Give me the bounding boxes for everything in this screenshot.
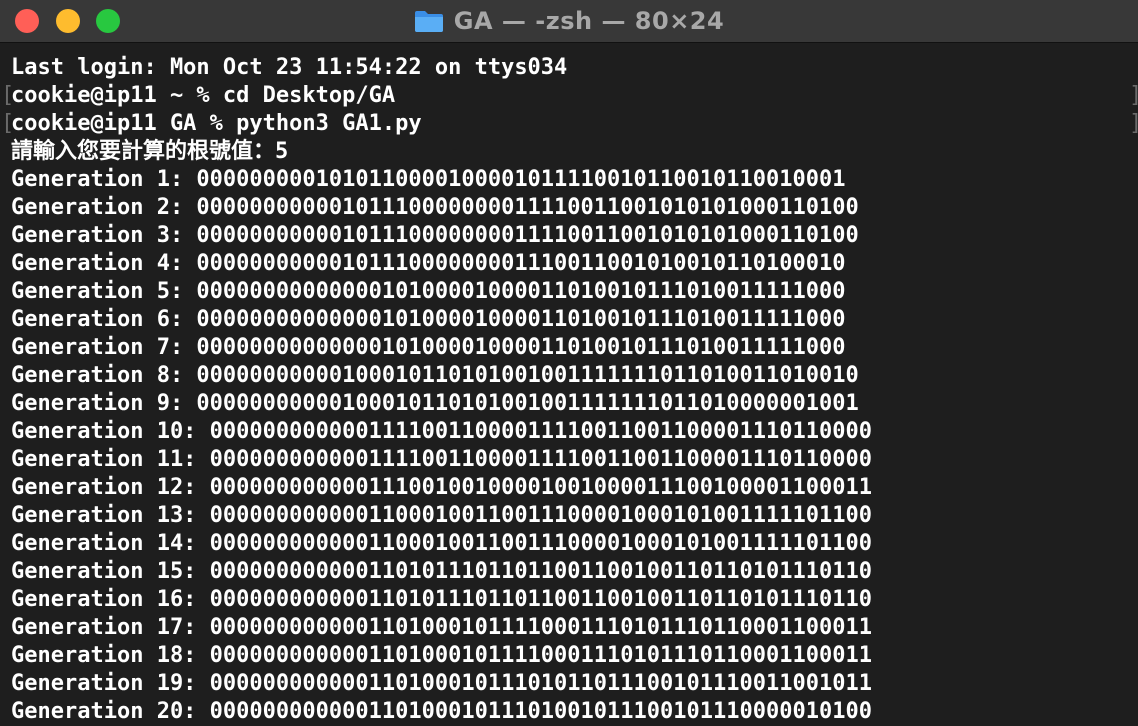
terminal-line: Generation 18: 0000000000001101000101111… [11, 643, 872, 668]
terminal-line: Generation 3: 00000000000101110000000011… [11, 223, 859, 248]
terminal-output[interactable]: [ ] [ ] Last login: Mon Oct 23 11:54:22 … [0, 43, 1138, 726]
terminal-line: Generation 8: 00000000000100010110101001… [11, 363, 859, 388]
terminal-line: Generation 9: 00000000000100010110101001… [11, 391, 859, 416]
terminal-line: Generation 10: 0000000000001111001100001… [11, 419, 872, 444]
terminal-line: cookie@ip11 GA % python3 GA1.py [11, 111, 422, 136]
terminal-line: Generation 17: 0000000000001101000101111… [11, 615, 872, 640]
terminal-line: Generation 6: 00000000000000101000010000… [11, 307, 846, 332]
terminal-line: Generation 1: 00000000010101100001000010… [11, 167, 846, 192]
terminal-line: cookie@ip11 ~ % cd Desktop/GA [11, 83, 396, 108]
window-title: GA — -zsh — 80×24 [453, 7, 725, 35]
mark-bracket-right: ] [1129, 82, 1138, 110]
title-bar[interactable]: GA — -zsh — 80×24 [0, 0, 1138, 43]
terminal-line: Generation 19: 0000000000001101000101110… [11, 671, 872, 696]
terminal-line: 請輸入您要計算的根號值：5 [11, 139, 289, 164]
mark-bracket-right: ] [1129, 110, 1138, 138]
terminal-line: Generation 20: 0000000000001101000101110… [11, 699, 872, 724]
terminal-line: Generation 14: 0000000000001100010011001… [11, 531, 872, 556]
terminal-window: GA — -zsh — 80×24 [ ] [ ] Last login: Mo… [0, 0, 1138, 726]
window-title-group: GA — -zsh — 80×24 [0, 0, 1138, 42]
terminal-line: Generation 4: 00000000000101110000000011… [11, 251, 846, 276]
terminal-line: Generation 12: 0000000000001110010010000… [11, 475, 872, 500]
terminal-line: Generation 2: 00000000000101110000000011… [11, 195, 859, 220]
terminal-line: Generation 11: 0000000000001111001100001… [11, 447, 872, 472]
terminal-line: Generation 16: 0000000000001101011101101… [11, 587, 872, 612]
folder-icon [414, 11, 443, 32]
terminal-line: Generation 13: 0000000000001100010011001… [11, 503, 872, 528]
terminal-line: Last login: Mon Oct 23 11:54:22 on ttys0… [11, 55, 568, 80]
terminal-lines: Last login: Mon Oct 23 11:54:22 on ttys0… [11, 54, 872, 726]
terminal-line: Generation 7: 00000000000000101000010000… [11, 335, 846, 360]
terminal-line: Generation 15: 0000000000001101011101101… [11, 559, 872, 584]
terminal-line: Generation 5: 00000000000000101000010000… [11, 279, 846, 304]
